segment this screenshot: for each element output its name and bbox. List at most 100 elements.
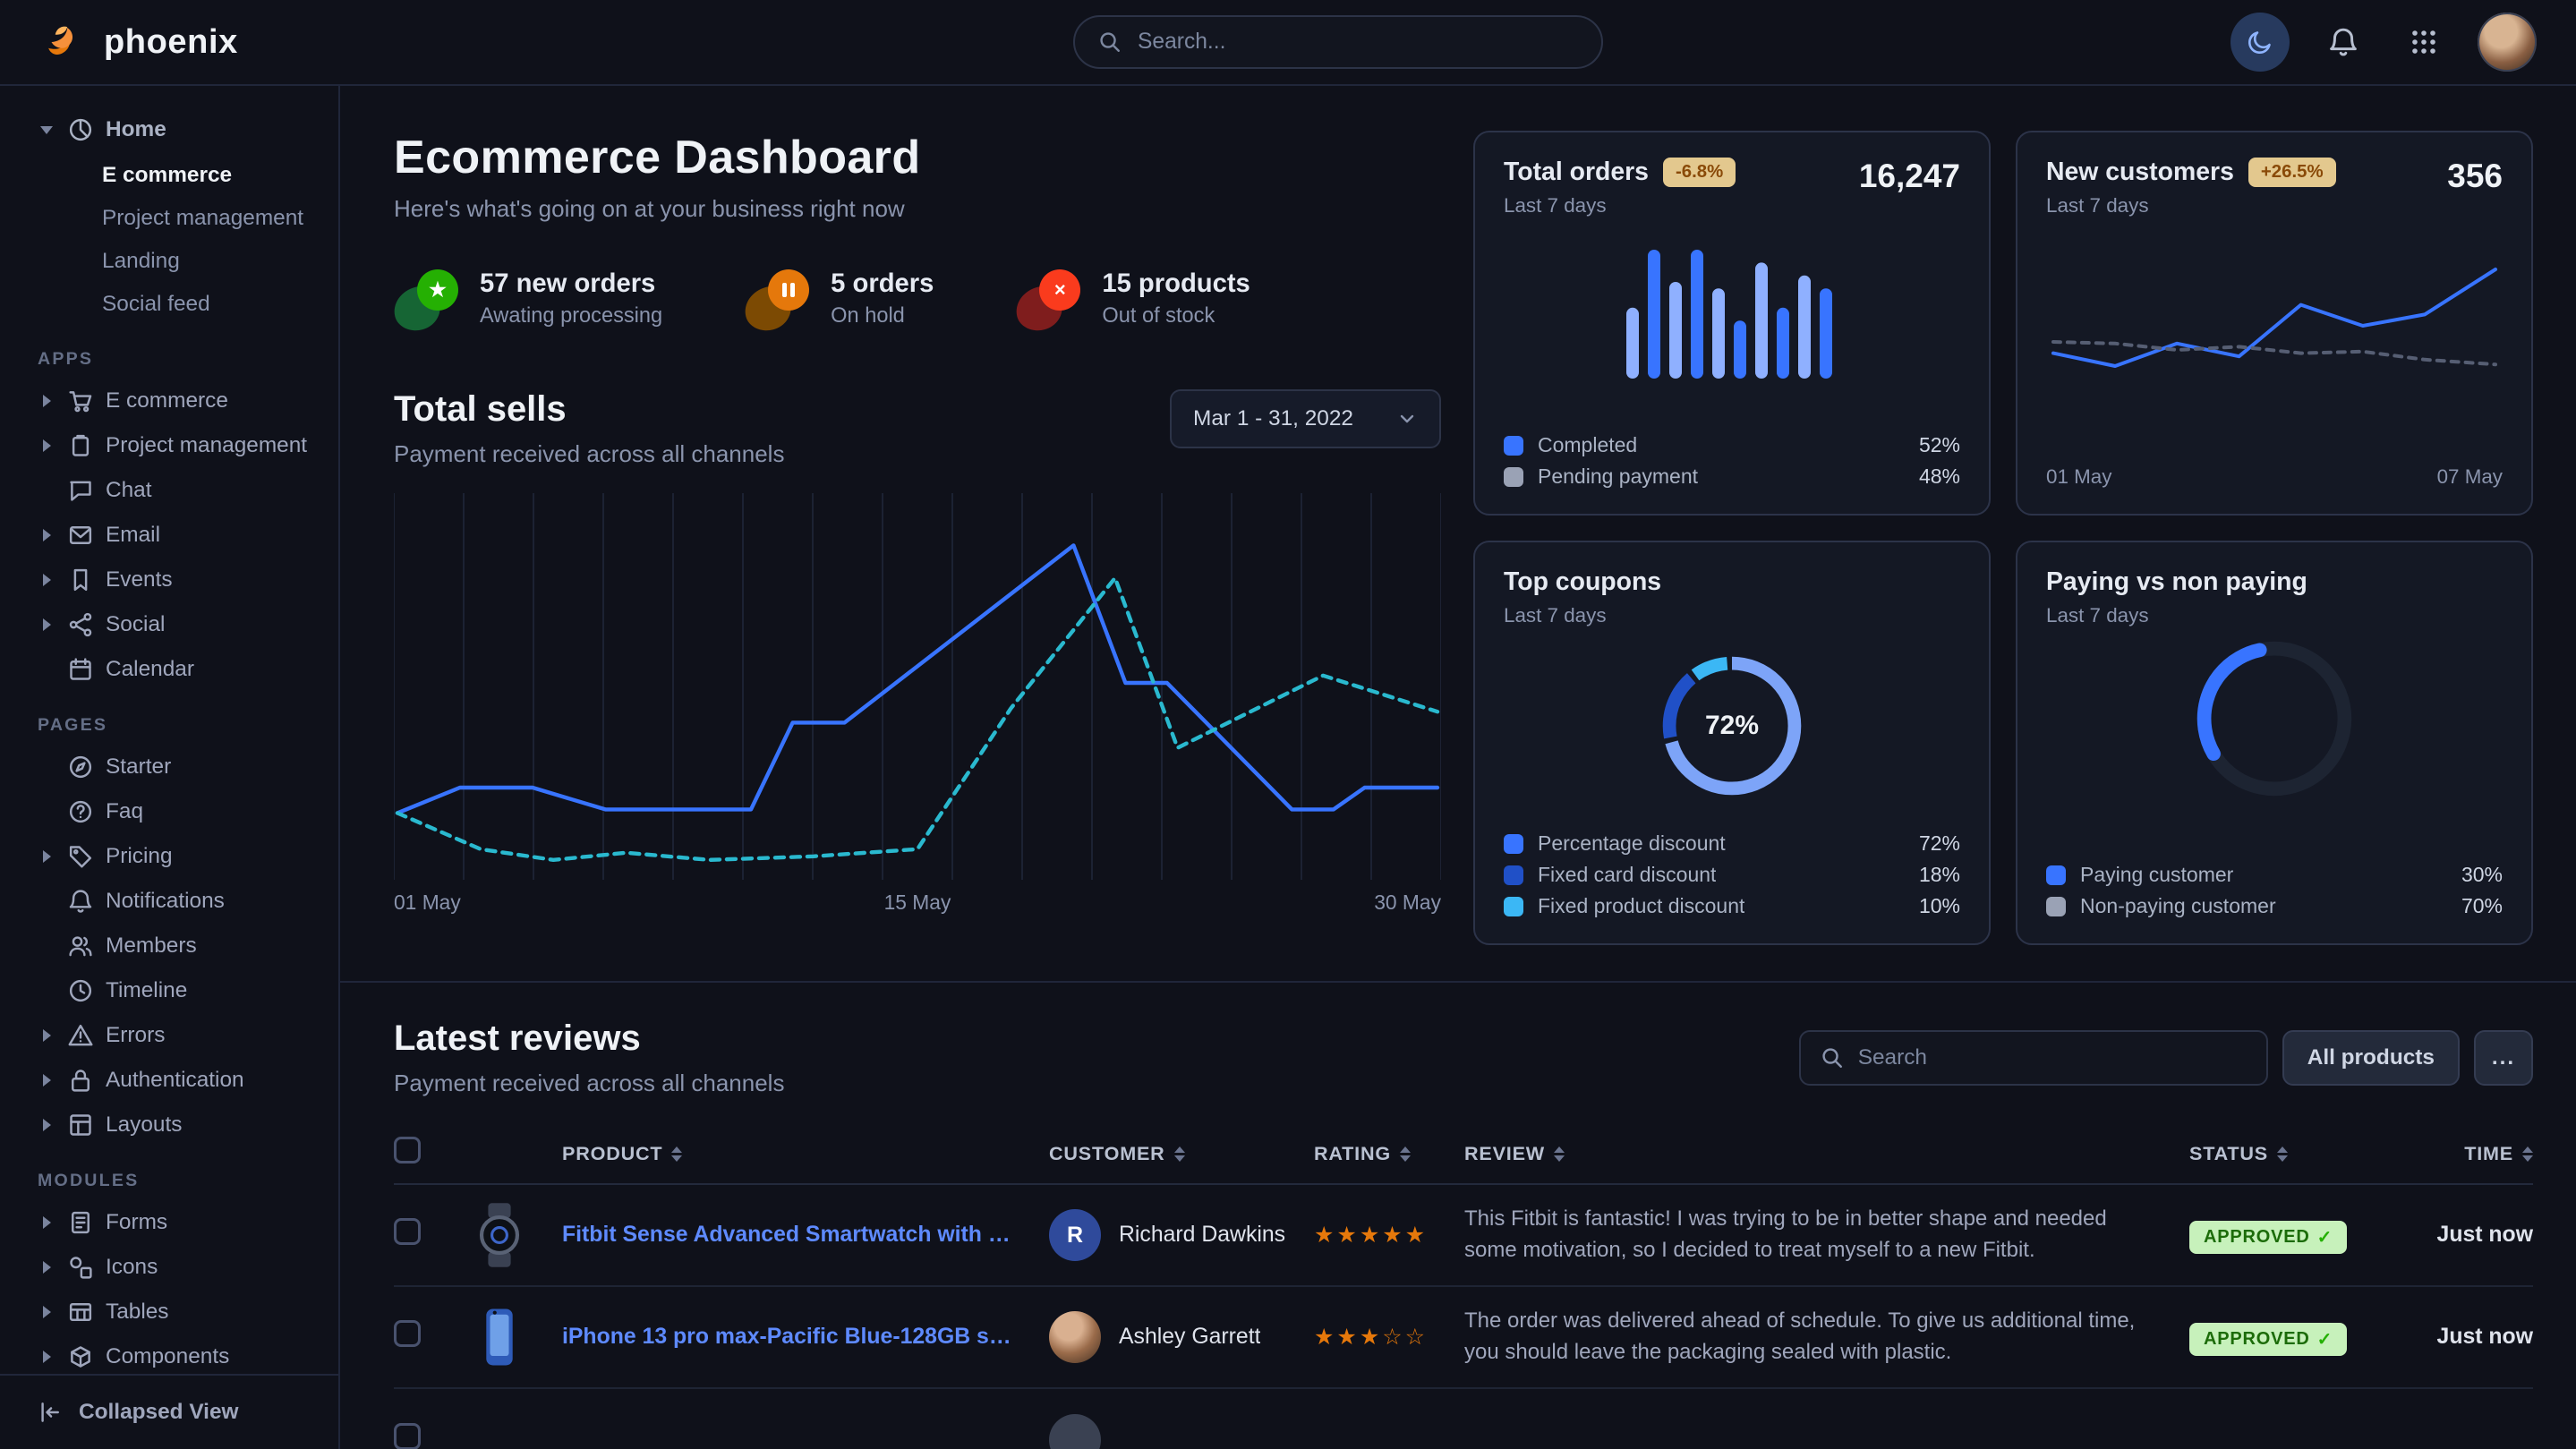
sidebar-item-calendar[interactable]: Calendar <box>0 647 338 692</box>
customer-avatar[interactable] <box>1049 1311 1101 1363</box>
notifications-button[interactable] <box>2316 15 2370 69</box>
column-header-product[interactable]: PRODUCT <box>562 1142 1049 1165</box>
row-checkbox[interactable] <box>394 1423 421 1449</box>
column-header-time[interactable]: TIME <box>2401 1142 2533 1165</box>
reviews-subtitle: Payment received across all channels <box>394 1070 784 1097</box>
calendar-icon <box>68 657 93 682</box>
bell-icon <box>2328 27 2358 57</box>
apps-menu-button[interactable] <box>2397 15 2451 69</box>
sidebar-item-email[interactable]: Email <box>0 513 338 558</box>
sidebar-nav: HomeE commerceProject managementLandingS… <box>0 107 338 1374</box>
sort-icon <box>2522 1146 2533 1162</box>
rating-stars: ★★★★★ <box>1314 1222 1464 1249</box>
sidebar-item-landing[interactable]: Landing <box>0 240 338 283</box>
sidebar-item-tables[interactable]: Tables <box>0 1290 338 1334</box>
phoenix-logo-icon <box>39 18 88 66</box>
form-icon <box>68 1210 93 1235</box>
sidebar-item-authentication[interactable]: Authentication <box>0 1058 338 1103</box>
sidebar-item-notifications[interactable]: Notifications <box>0 879 338 924</box>
sidebar-item-social-feed[interactable]: Social feed <box>0 283 338 326</box>
column-header-rating[interactable]: RATING <box>1314 1142 1464 1165</box>
customer-avatar[interactable]: R <box>1049 1209 1101 1261</box>
reviews-search-input[interactable] <box>1858 1045 2247 1070</box>
sidebar-item-e-commerce[interactable]: E commerce <box>0 154 338 197</box>
global-search-input[interactable] <box>1138 30 1578 55</box>
product-link[interactable]: iPhone 13 pro max-Pacific Blue-128GB sto… <box>562 1325 1049 1350</box>
customer-avatar[interactable] <box>1049 1414 1101 1449</box>
legend-item-fixed-product-discount: Fixed product discount10% <box>1504 894 1960 918</box>
collapse-icon <box>38 1400 63 1425</box>
sidebar-item-icons[interactable]: Icons <box>0 1245 338 1290</box>
axis-tick: 07 May <box>2437 465 2503 489</box>
rating-stars: ★★★☆☆ <box>1314 1324 1464 1351</box>
status-badge: APPROVED✓ <box>2189 1323 2347 1356</box>
theme-toggle-button[interactable] <box>2231 13 2290 72</box>
all-products-button[interactable]: All products <box>2282 1030 2460 1086</box>
column-header-review[interactable]: REVIEW <box>1464 1142 2189 1165</box>
profile-avatar[interactable] <box>2478 13 2537 72</box>
top-coupons-period: Last 7 days <box>1504 604 1960 627</box>
date-range-select[interactable]: Mar 1 - 31, 2022 <box>1170 389 1441 448</box>
sidebar-item-chat[interactable]: Chat <box>0 468 338 513</box>
product-link[interactable]: Fitbit Sense Advanced Smartwatch with To… <box>562 1223 1049 1248</box>
legend-swatch <box>1504 865 1523 885</box>
sidebar-item-forms[interactable]: Forms <box>0 1200 338 1245</box>
row-checkbox[interactable] <box>394 1320 421 1347</box>
sidebar-item-e-commerce[interactable]: E commerce <box>0 379 338 423</box>
review-text: The order was delivered ahead of schedul… <box>1464 1306 2189 1368</box>
more-options-button[interactable]: ... <box>2474 1030 2533 1086</box>
paying-title: Paying vs non paying <box>2046 567 2503 597</box>
table-row: iPhone 13 pro max-Pacific Blue-128GB sto… <box>394 1287 2533 1389</box>
axis-tick: 15 May <box>884 891 951 915</box>
global-search[interactable] <box>1073 15 1603 69</box>
legend-swatch <box>1504 467 1523 487</box>
paying-card: Paying vs non paying Last 7 days Paying … <box>2016 541 2533 945</box>
sidebar-item-components[interactable]: Components <box>0 1334 338 1374</box>
column-header-status[interactable]: STATUS <box>2189 1142 2401 1165</box>
select-all-checkbox[interactable] <box>394 1137 421 1163</box>
sidebar-item-errors[interactable]: Errors <box>0 1013 338 1058</box>
sidebar-item-members[interactable]: Members <box>0 924 338 968</box>
sort-icon <box>1174 1146 1185 1162</box>
compass-icon <box>68 754 93 780</box>
top-navbar: phoenix <box>0 0 2576 86</box>
status-badge: APPROVED✓ <box>2189 1221 2347 1254</box>
sidebar-item-project-management[interactable]: Project management <box>0 423 338 468</box>
stat-on-hold: 5 ordersOn hold <box>745 269 934 330</box>
bell-icon <box>68 889 93 914</box>
total-sells-chart <box>394 493 1441 880</box>
brand-logo[interactable]: phoenix <box>39 18 238 66</box>
moon-icon <box>2247 29 2273 55</box>
share-icon <box>68 612 93 637</box>
new-customers-x-axis: 01 May 07 May <box>2046 465 2503 489</box>
stat-cross-icon: × <box>1016 269 1080 330</box>
box-icon <box>68 1344 93 1369</box>
sidebar-item-starter[interactable]: Starter <box>0 745 338 789</box>
sidebar-item-faq[interactable]: Faq <box>0 789 338 834</box>
sidebar-item-home[interactable]: Home <box>0 107 338 152</box>
sidebar: HomeE commerceProject managementLandingS… <box>0 86 340 1449</box>
total-orders-title: Total orders <box>1504 158 1649 187</box>
sidebar-item-events[interactable]: Events <box>0 558 338 602</box>
chevron-right-icon <box>38 1074 55 1087</box>
reviews-title: Latest reviews <box>394 1019 784 1059</box>
customer-cell: Ashley Garrett <box>1049 1311 1314 1363</box>
sidebar-item-social[interactable]: Social <box>0 602 338 647</box>
sidebar-item-pricing[interactable]: Pricing <box>0 834 338 879</box>
phone-product-image <box>462 1300 537 1375</box>
column-header-customer[interactable]: CUSTOMER <box>1049 1142 1314 1165</box>
sidebar-item-project-management[interactable]: Project management <box>0 197 338 240</box>
sidebar-item-layouts[interactable]: Layouts <box>0 1103 338 1147</box>
customer-cell: RRichard Dawkins <box>1049 1209 1314 1261</box>
sidebar-item-timeline[interactable]: Timeline <box>0 968 338 1013</box>
chevron-right-icon <box>38 439 55 452</box>
collapsed-view-toggle[interactable]: Collapsed View <box>0 1374 338 1449</box>
sort-icon <box>2277 1146 2288 1162</box>
legend-item-fixed-card-discount: Fixed card discount18% <box>1504 863 1960 887</box>
product-thumbnail[interactable] <box>462 1300 562 1375</box>
product-thumbnail[interactable] <box>462 1198 562 1273</box>
bookmark-icon <box>68 567 93 592</box>
row-checkbox[interactable] <box>394 1218 421 1245</box>
sidebar-section-label-pages: PAGES <box>0 715 338 736</box>
reviews-search[interactable] <box>1799 1030 2268 1086</box>
